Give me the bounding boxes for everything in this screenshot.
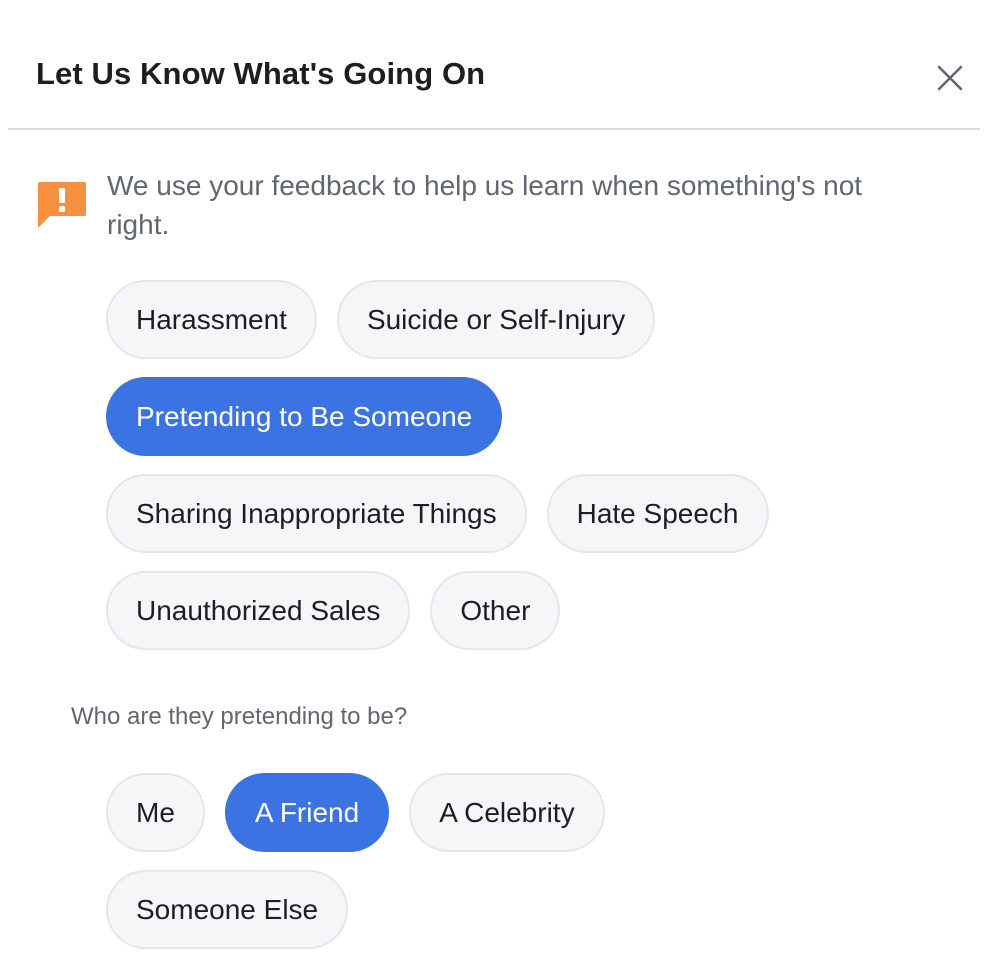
chip-sharing-inappropriate-things[interactable]: Sharing Inappropriate Things <box>106 474 527 553</box>
report-dialog: Let Us Know What's Going On We use your … <box>0 0 994 968</box>
chip-other[interactable]: Other <box>430 571 561 650</box>
chip-a-celebrity[interactable]: A Celebrity <box>409 773 605 852</box>
chip-me[interactable]: Me <box>106 773 205 852</box>
close-icon <box>937 65 963 91</box>
chip-unauthorized-sales[interactable]: Unauthorized Sales <box>106 571 411 650</box>
chip-pretending-to-be-someone[interactable]: Pretending to Be Someone <box>106 377 503 456</box>
feedback-alert-icon <box>38 182 86 228</box>
followup-chip-group: Me A Friend A Celebrity Someone Else <box>106 773 666 949</box>
header-divider <box>8 128 980 130</box>
chip-someone-else[interactable]: Someone Else <box>106 870 349 949</box>
close-button[interactable] <box>930 58 970 98</box>
dialog-title: Let Us Know What's Going On <box>36 56 486 91</box>
chip-a-friend[interactable]: A Friend <box>224 773 390 852</box>
category-chip-group: Harassment Suicide or Self-Injury Preten… <box>106 280 906 650</box>
feedback-notice-text: We use your feedback to help us learn wh… <box>107 170 863 240</box>
chip-suicide-or-self-injury[interactable]: Suicide or Self-Injury <box>336 280 656 359</box>
chip-hate-speech[interactable]: Hate Speech <box>546 474 769 553</box>
followup-question: Who are they pretending to be? <box>71 703 408 730</box>
chip-harassment[interactable]: Harassment <box>106 280 317 359</box>
